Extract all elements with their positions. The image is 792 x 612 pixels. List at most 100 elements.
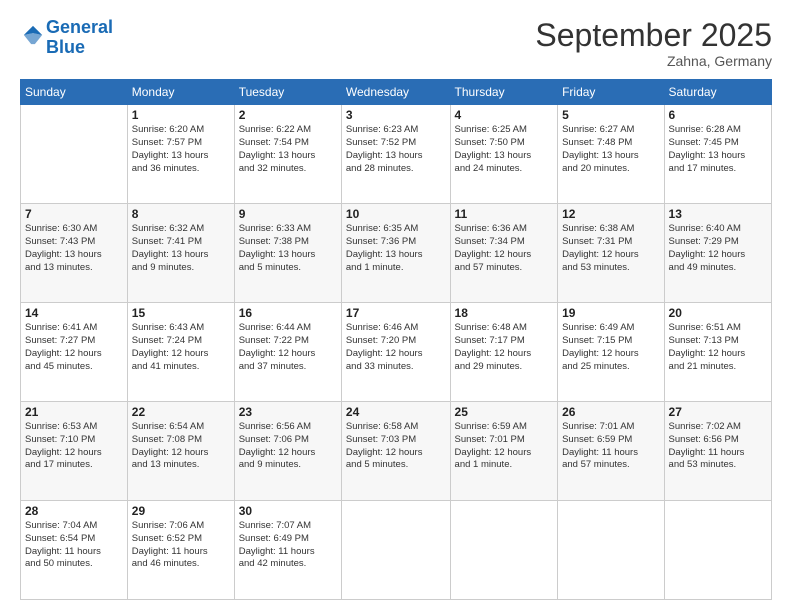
day-number: 2 — [239, 108, 337, 122]
day-number: 10 — [346, 207, 446, 221]
calendar-cell: 23 Sunrise: 6:56 AM Sunset: 7:06 PM Dayli… — [234, 402, 341, 501]
calendar-cell: 6 Sunrise: 6:28 AM Sunset: 7:45 PM Daylig… — [664, 105, 771, 204]
calendar-cell: 27Sunrise: 7:02 AM Sunset: 6:56 PM Dayli… — [664, 402, 771, 501]
calendar-cell: 18 Sunrise: 6:48 AM Sunset: 7:17 PM Dayli… — [450, 303, 558, 402]
calendar-cell — [21, 105, 128, 204]
day-info: Sunrise: 6:38 AM Sunset: 7:31 PM Dayligh… — [562, 223, 659, 274]
day-info: Sunrise: 6:28 AM Sunset: 7:45 PM Dayligh… — [669, 124, 767, 175]
day-info: Sunrise: 6:58 AM Sunset: 7:03 PM Dayligh… — [346, 421, 446, 472]
day-number: 17 — [346, 306, 446, 320]
day-number: 21 — [25, 405, 123, 419]
day-number: 13 — [669, 207, 767, 221]
calendar-cell: 11Sunrise: 6:36 AM Sunset: 7:34 PM Dayli… — [450, 204, 558, 303]
calendar-cell — [664, 501, 771, 600]
day-info: Sunrise: 7:04 AM Sunset: 6:54 PM Dayligh… — [25, 520, 123, 571]
calendar-cell: 16 Sunrise: 6:44 AM Sunset: 7:22 PM Dayli… — [234, 303, 341, 402]
day-info: Sunrise: 6:56 AM Sunset: 7:06 PM Dayligh… — [239, 421, 337, 472]
day-info: Sunrise: 6:41 AM Sunset: 7:27 PM Dayligh… — [25, 322, 123, 373]
logo-general: General — [46, 17, 113, 37]
calendar-cell: 15Sunrise: 6:43 AM Sunset: 7:24 PM Dayli… — [127, 303, 234, 402]
calendar-cell: 17Sunrise: 6:46 AM Sunset: 7:20 PM Dayli… — [341, 303, 450, 402]
calendar-week-row: 28Sunrise: 7:04 AM Sunset: 6:54 PM Dayli… — [21, 501, 772, 600]
day-info: Sunrise: 6:53 AM Sunset: 7:10 PM Dayligh… — [25, 421, 123, 472]
day-info: Sunrise: 6:35 AM Sunset: 7:36 PM Dayligh… — [346, 223, 446, 274]
calendar-cell: 12 Sunrise: 6:38 AM Sunset: 7:31 PM Dayli… — [558, 204, 664, 303]
day-number: 4 — [455, 108, 554, 122]
page: General Blue September 2025 Zahna, Germa… — [0, 0, 792, 612]
day-info: Sunrise: 6:51 AM Sunset: 7:13 PM Dayligh… — [669, 322, 767, 373]
day-number: 26 — [562, 405, 659, 419]
day-info: Sunrise: 6:25 AM Sunset: 7:50 PM Dayligh… — [455, 124, 554, 175]
calendar-week-row: 7Sunrise: 6:30 AM Sunset: 7:43 PM Daylig… — [21, 204, 772, 303]
day-info: Sunrise: 7:07 AM Sunset: 6:49 PM Dayligh… — [239, 520, 337, 571]
day-info: Sunrise: 6:22 AM Sunset: 7:54 PM Dayligh… — [239, 124, 337, 175]
calendar-week-row: 21 Sunrise: 6:53 AM Sunset: 7:10 PM Dayli… — [21, 402, 772, 501]
day-number: 18 — [455, 306, 554, 320]
calendar-day-header: Wednesday — [341, 80, 450, 105]
day-info: Sunrise: 6:40 AM Sunset: 7:29 PM Dayligh… — [669, 223, 767, 274]
location: Zahna, Germany — [535, 53, 772, 69]
calendar-day-header: Sunday — [21, 80, 128, 105]
day-number: 16 — [239, 306, 337, 320]
calendar-header-row: SundayMondayTuesdayWednesdayThursdayFrid… — [21, 80, 772, 105]
day-info: Sunrise: 6:44 AM Sunset: 7:22 PM Dayligh… — [239, 322, 337, 373]
day-info: Sunrise: 7:01 AM Sunset: 6:59 PM Dayligh… — [562, 421, 659, 472]
calendar-cell: 2 Sunrise: 6:22 AM Sunset: 7:54 PM Daylig… — [234, 105, 341, 204]
day-number: 9 — [239, 207, 337, 221]
day-info: Sunrise: 7:02 AM Sunset: 6:56 PM Dayligh… — [669, 421, 767, 472]
calendar-day-header: Friday — [558, 80, 664, 105]
calendar: SundayMondayTuesdayWednesdayThursdayFrid… — [20, 79, 772, 600]
title-block: September 2025 Zahna, Germany — [535, 18, 772, 69]
day-number: 5 — [562, 108, 659, 122]
calendar-cell: 3 Sunrise: 6:23 AM Sunset: 7:52 PM Daylig… — [341, 105, 450, 204]
calendar-cell: 22 Sunrise: 6:54 AM Sunset: 7:08 PM Dayli… — [127, 402, 234, 501]
day-number: 1 — [132, 108, 230, 122]
calendar-day-header: Monday — [127, 80, 234, 105]
month-title: September 2025 — [535, 18, 772, 53]
day-info: Sunrise: 6:59 AM Sunset: 7:01 PM Dayligh… — [455, 421, 554, 472]
day-info: Sunrise: 6:20 AM Sunset: 7:57 PM Dayligh… — [132, 124, 230, 175]
calendar-cell: 14 Sunrise: 6:41 AM Sunset: 7:27 PM Dayli… — [21, 303, 128, 402]
calendar-day-header: Tuesday — [234, 80, 341, 105]
day-info: Sunrise: 6:54 AM Sunset: 7:08 PM Dayligh… — [132, 421, 230, 472]
day-info: Sunrise: 6:48 AM Sunset: 7:17 PM Dayligh… — [455, 322, 554, 373]
day-number: 23 — [239, 405, 337, 419]
day-number: 22 — [132, 405, 230, 419]
calendar-cell: 10 Sunrise: 6:35 AM Sunset: 7:36 PM Dayli… — [341, 204, 450, 303]
calendar-cell — [341, 501, 450, 600]
calendar-cell: 4 Sunrise: 6:25 AM Sunset: 7:50 PM Daylig… — [450, 105, 558, 204]
calendar-day-header: Thursday — [450, 80, 558, 105]
header: General Blue September 2025 Zahna, Germa… — [20, 18, 772, 69]
day-info: Sunrise: 6:30 AM Sunset: 7:43 PM Dayligh… — [25, 223, 123, 274]
calendar-cell: 29Sunrise: 7:06 AM Sunset: 6:52 PM Dayli… — [127, 501, 234, 600]
calendar-cell: 7Sunrise: 6:30 AM Sunset: 7:43 PM Daylig… — [21, 204, 128, 303]
calendar-cell: 19 Sunrise: 6:49 AM Sunset: 7:15 PM Dayli… — [558, 303, 664, 402]
day-number: 14 — [25, 306, 123, 320]
day-number: 19 — [562, 306, 659, 320]
calendar-cell — [558, 501, 664, 600]
day-number: 6 — [669, 108, 767, 122]
day-number: 15 — [132, 306, 230, 320]
day-info: Sunrise: 6:23 AM Sunset: 7:52 PM Dayligh… — [346, 124, 446, 175]
calendar-cell: 1 Sunrise: 6:20 AM Sunset: 7:57 PM Daylig… — [127, 105, 234, 204]
day-number: 25 — [455, 405, 554, 419]
calendar-day-header: Saturday — [664, 80, 771, 105]
calendar-cell: 13 Sunrise: 6:40 AM Sunset: 7:29 PM Dayli… — [664, 204, 771, 303]
day-number: 29 — [132, 504, 230, 518]
day-number: 30 — [239, 504, 337, 518]
calendar-cell: 20 Sunrise: 6:51 AM Sunset: 7:13 PM Dayli… — [664, 303, 771, 402]
day-info: Sunrise: 6:32 AM Sunset: 7:41 PM Dayligh… — [132, 223, 230, 274]
day-info: Sunrise: 6:49 AM Sunset: 7:15 PM Dayligh… — [562, 322, 659, 373]
calendar-cell: 21 Sunrise: 6:53 AM Sunset: 7:10 PM Dayli… — [21, 402, 128, 501]
calendar-cell — [450, 501, 558, 600]
calendar-cell: 5Sunrise: 6:27 AM Sunset: 7:48 PM Daylig… — [558, 105, 664, 204]
calendar-cell: 25 Sunrise: 6:59 AM Sunset: 7:01 PM Dayli… — [450, 402, 558, 501]
day-number: 20 — [669, 306, 767, 320]
day-number: 3 — [346, 108, 446, 122]
calendar-cell: 30 Sunrise: 7:07 AM Sunset: 6:49 PM Dayli… — [234, 501, 341, 600]
day-number: 12 — [562, 207, 659, 221]
calendar-cell: 24Sunrise: 6:58 AM Sunset: 7:03 PM Dayli… — [341, 402, 450, 501]
calendar-cell: 26 Sunrise: 7:01 AM Sunset: 6:59 PM Dayli… — [558, 402, 664, 501]
logo-blue: Blue — [46, 38, 113, 58]
calendar-cell: 9Sunrise: 6:33 AM Sunset: 7:38 PM Daylig… — [234, 204, 341, 303]
